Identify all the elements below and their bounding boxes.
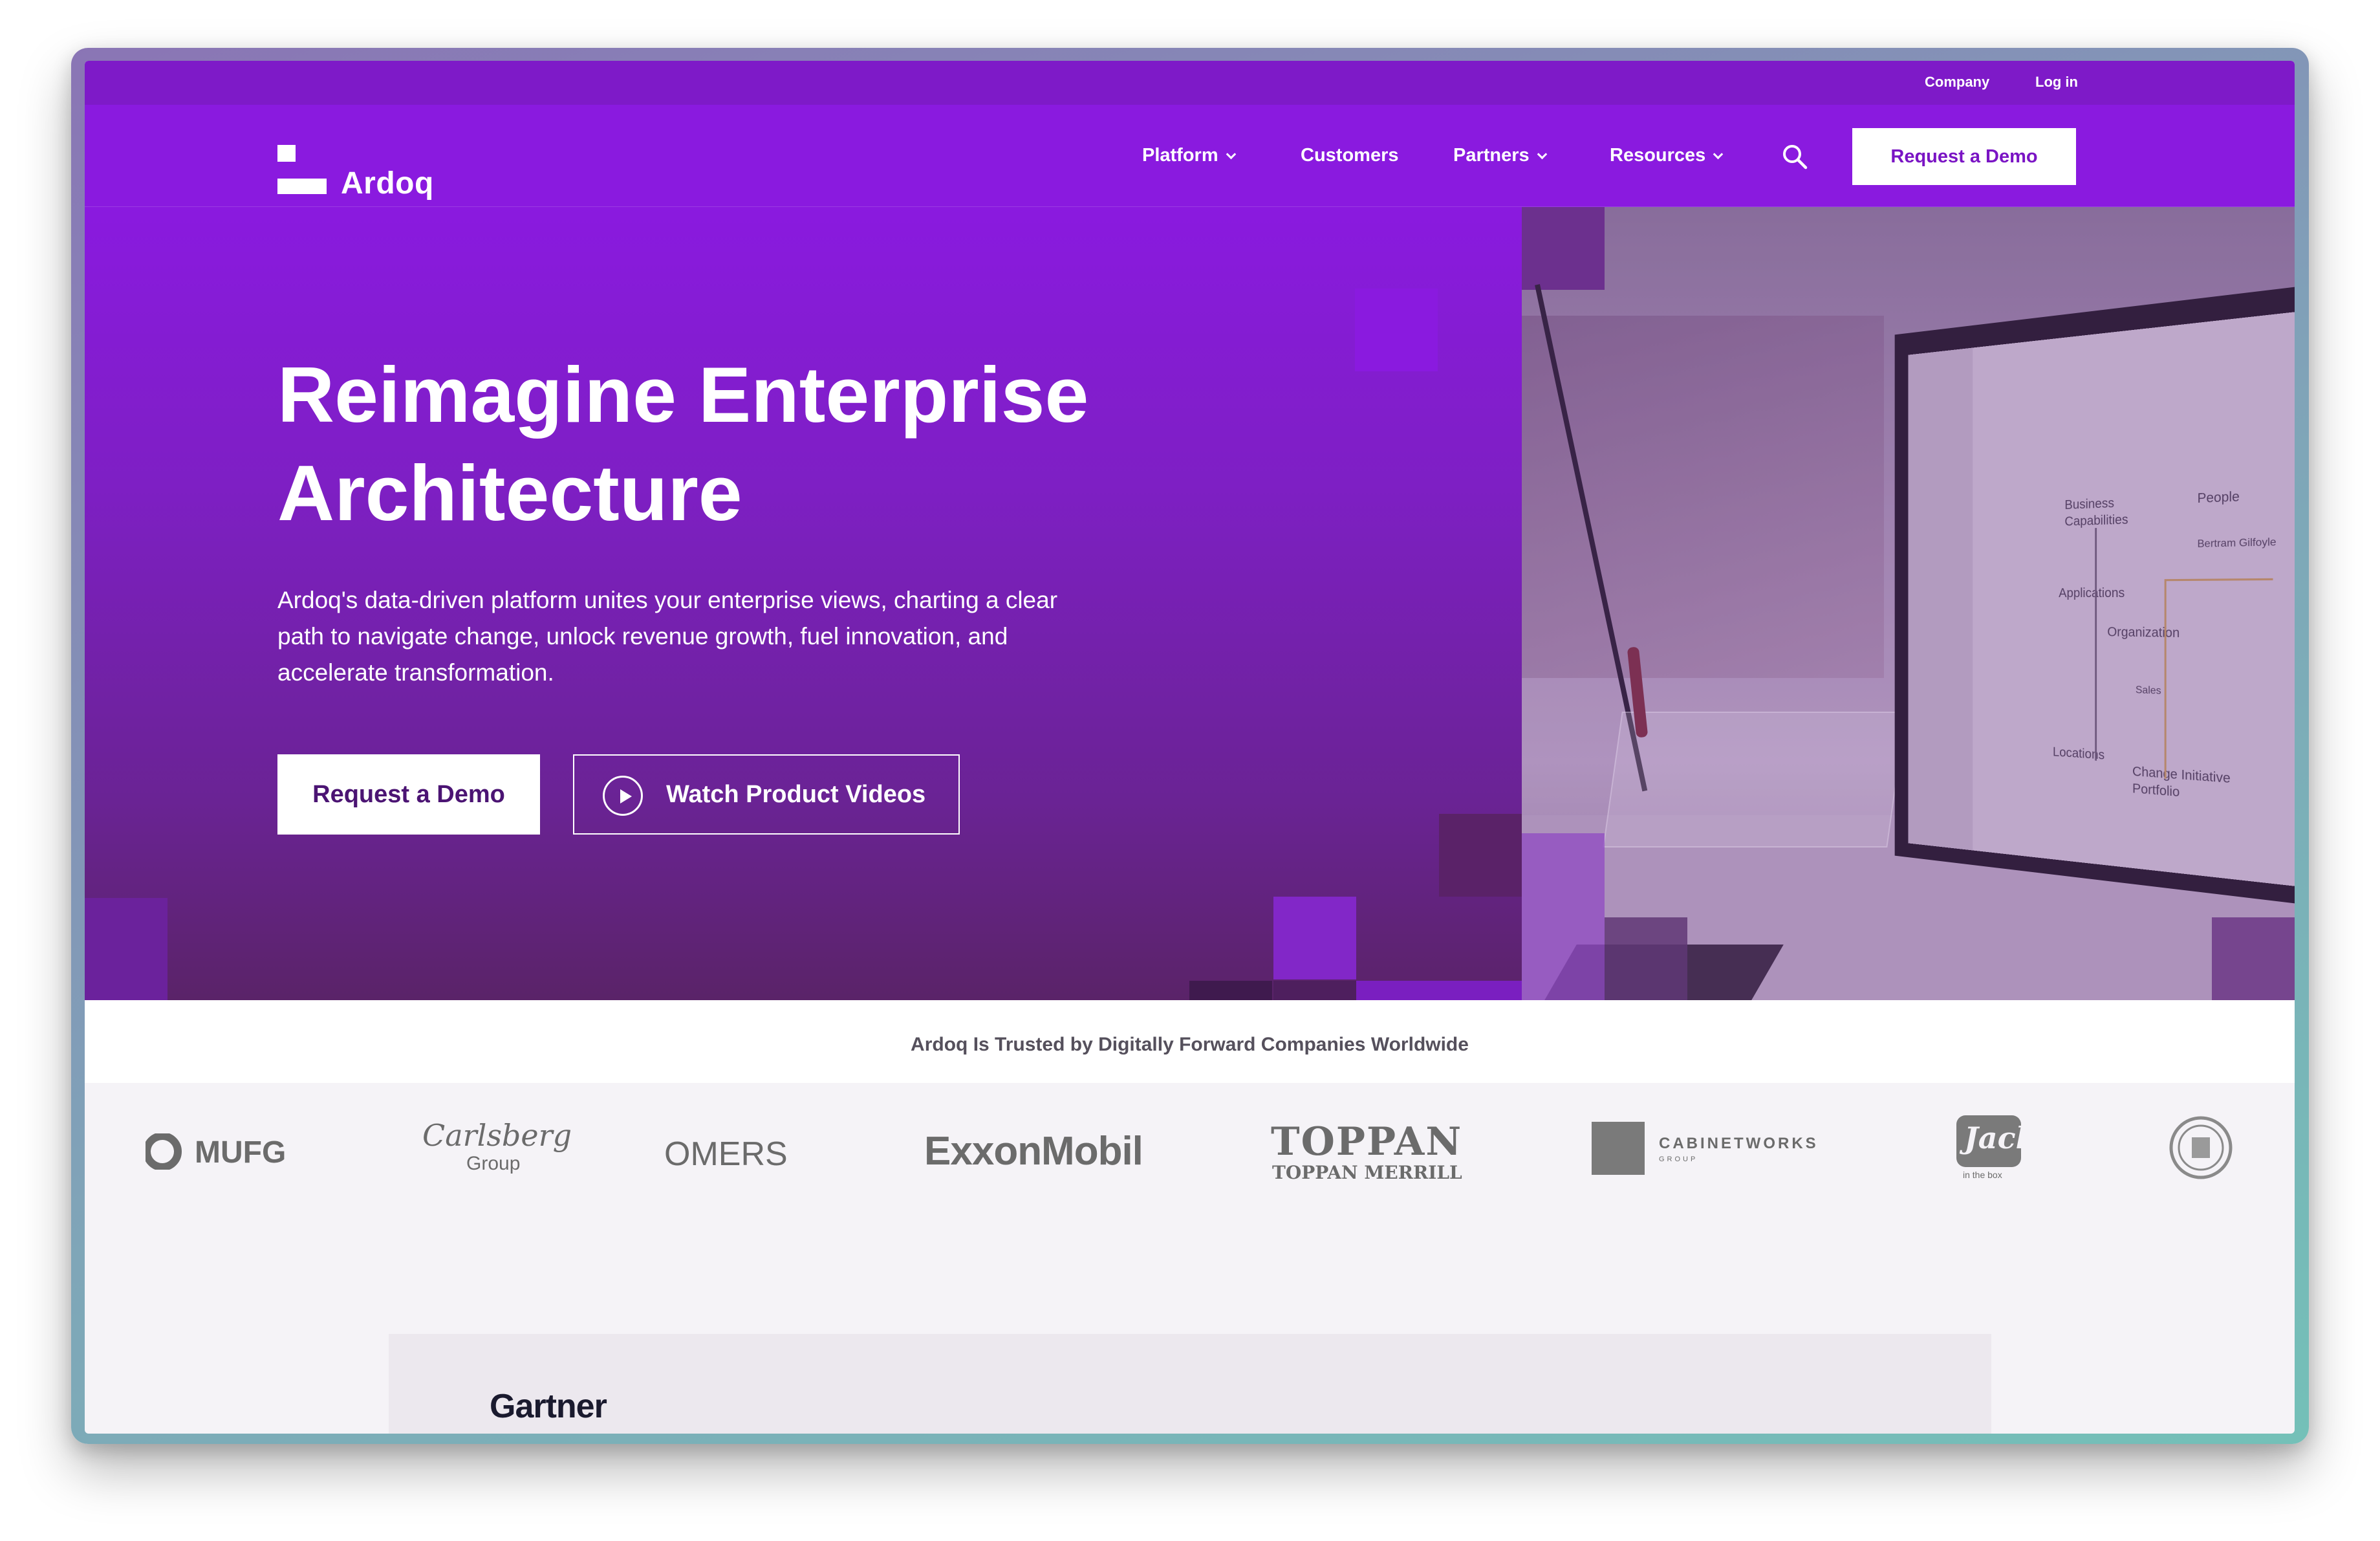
nav-resources[interactable]: Resources <box>1610 145 1724 166</box>
exxonmobil-logo: ExxonMobil <box>924 1129 1143 1174</box>
customer-logos: MUFG Carlsberg Group OMERS ExxonMobil TO… <box>85 1083 2295 1219</box>
decor-block <box>1273 897 1356 979</box>
cabinetworks-mark <box>1592 1122 1645 1175</box>
play-circle-icon <box>603 776 643 816</box>
watch-videos-button[interactable]: Watch Product Videos <box>573 754 960 835</box>
hero-title: Reimagine Enterprise Architecture <box>277 345 1248 542</box>
mufg-logo-mark <box>143 1132 191 1171</box>
toppan-merrill: TOPPAN MERRILL <box>1272 1162 1462 1183</box>
carlsberg-logo: Carlsberg <box>422 1118 572 1153</box>
mufg-logo: MUFG <box>195 1135 287 1170</box>
nav-customers-label: Customers <box>1301 145 1399 166</box>
hero-title-line2: Architecture <box>277 449 742 537</box>
jack-sub: in the box <box>1963 1170 2002 1180</box>
decor-block <box>1355 289 1438 371</box>
hero-subtitle-line2: path to navigate change, unlock revenue … <box>277 623 1008 650</box>
gartner-logo: Gartner <box>490 1388 607 1425</box>
utility-bar: Company Log in <box>85 61 2295 105</box>
ardoq-logo[interactable]: Ardoq <box>277 145 446 203</box>
decor-block <box>1439 814 1522 897</box>
university-seal-logo <box>2169 1116 2233 1179</box>
cabinetworks-group: GROUP <box>1659 1155 1698 1163</box>
nav-platform-label: Platform <box>1142 145 1218 166</box>
nav-customers[interactable]: Customers <box>1301 145 1399 166</box>
nav-resources-label: Resources <box>1610 145 1706 166</box>
trusted-heading-strip: Ardoq Is Trusted by Digitally Forward Co… <box>85 1000 2295 1083</box>
nav-request-demo-button[interactable]: Request a Demo <box>1852 128 2076 185</box>
cabinetworks-logo: CABINETWORKS <box>1659 1135 1819 1152</box>
nav-platform[interactable]: Platform <box>1142 145 1236 166</box>
hero-subtitle-line1: Ardoq's data-driven platform unites your… <box>277 587 1058 613</box>
search-icon[interactable] <box>1780 142 1809 171</box>
logo-mark-square <box>277 145 296 162</box>
hero-request-demo-button[interactable]: Request a Demo <box>277 754 540 835</box>
nav-partners-label: Partners <box>1453 145 1530 166</box>
hero-subtitle-line3: accelerate transformation. <box>277 659 554 686</box>
chevron-down-icon <box>1537 149 1547 160</box>
chevron-down-icon <box>1226 149 1236 160</box>
photo-tint <box>1522 207 2295 1000</box>
hero-photo: Business Capabilities People Bertram Gilf… <box>1522 207 2295 1000</box>
company-link[interactable]: Company <box>1925 74 1989 91</box>
browser-viewport: Company Log in Ardoq Platform Customers … <box>85 61 2295 1434</box>
watch-videos-label: Watch Product Videos <box>666 780 926 808</box>
jack-logo: Jack <box>1964 1120 2037 1155</box>
decor-block <box>85 898 168 1000</box>
gartner-section: Gartner <box>389 1334 1991 1434</box>
carlsberg-group: Group <box>466 1153 521 1174</box>
hero-subtitle: Ardoq's data-driven platform unites your… <box>277 582 1183 691</box>
logo-text: Ardoq <box>341 166 434 201</box>
chevron-down-icon <box>1713 149 1724 160</box>
decor-block <box>1189 981 1272 1000</box>
omers-logo: OMERS <box>664 1135 788 1173</box>
trusted-heading: Ardoq Is Trusted by Digitally Forward Co… <box>911 1034 1469 1055</box>
decor-block <box>1356 981 1522 1000</box>
decor-block <box>1273 981 1356 1000</box>
login-link[interactable]: Log in <box>2035 74 2078 91</box>
hero-title-line1: Reimagine Enterprise <box>277 351 1089 439</box>
logo-mark-bar <box>277 179 327 194</box>
toppan-logo: TOPPAN <box>1271 1119 1463 1164</box>
nav-partners[interactable]: Partners <box>1453 145 1547 166</box>
